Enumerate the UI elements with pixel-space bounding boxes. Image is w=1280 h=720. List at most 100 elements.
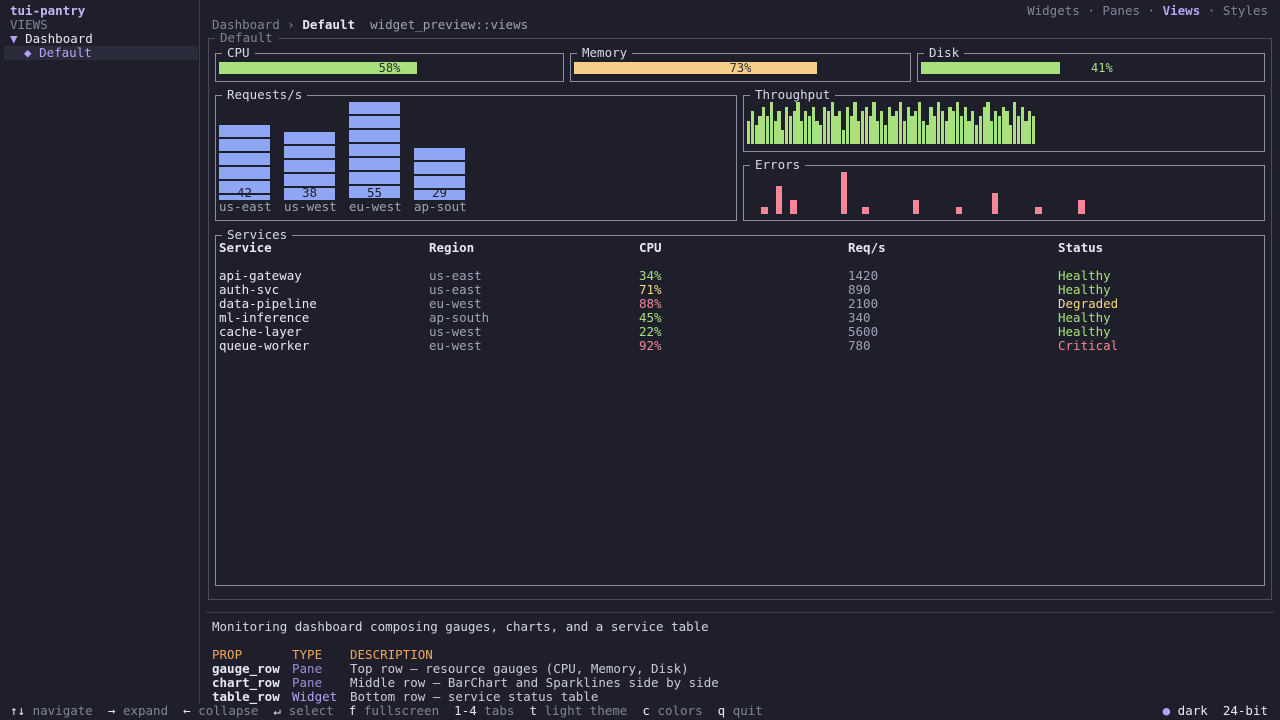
key-hint-label: tabs <box>484 703 515 718</box>
sparkline-bar <box>800 121 804 144</box>
sparkline-bar <box>788 116 793 144</box>
sparkline-bar <box>823 107 827 144</box>
tab-panes[interactable]: Panes <box>1102 3 1140 18</box>
sparkline-bar <box>862 207 869 214</box>
service-req: 340 <box>848 310 871 325</box>
sparkline-bar <box>819 125 823 144</box>
sparkline-bar <box>796 102 800 144</box>
prop-name: gauge_row <box>212 661 280 676</box>
sparkline-bar <box>777 111 781 144</box>
sparkline-bar <box>838 111 842 144</box>
tree-item-label: Dashboard <box>25 31 93 46</box>
sparkline-bar <box>1016 116 1021 144</box>
sparkline-bar <box>853 102 857 144</box>
gauge-fill <box>921 62 1061 74</box>
status-bar: ↑↓ navigate → expand ← collapse ↵ select… <box>0 704 1280 720</box>
service-name: auth-svc <box>219 282 280 297</box>
prop-description: Bottom row — service status table <box>350 689 599 704</box>
chevron-down-icon: ▼ <box>10 31 18 46</box>
gauge-label: 73% <box>729 61 752 75</box>
sparkline-bar <box>929 107 933 144</box>
breadcrumb-separator: › <box>287 17 295 32</box>
sparkline-bar <box>978 116 983 144</box>
key-hint-key: 1-4 <box>454 703 477 718</box>
sparkline-bar <box>849 116 853 144</box>
tab-styles[interactable]: Styles <box>1223 3 1268 18</box>
key-hint: t light theme <box>529 703 627 718</box>
service-cpu: 22% <box>639 324 662 339</box>
sparkline-bar <box>826 111 831 144</box>
sparkline-bar <box>868 116 872 144</box>
bar-value-label: 55 <box>366 185 383 200</box>
sparkline-bar <box>906 107 910 144</box>
bar-value-label: 38 <box>301 185 318 200</box>
props-header-type: TYPE <box>292 647 323 662</box>
sparkline-bar <box>754 125 758 144</box>
service-req: 890 <box>848 282 871 297</box>
sparkline-bar <box>952 111 956 144</box>
sparkline-bar <box>967 121 971 144</box>
service-cpu: 71% <box>639 282 662 297</box>
service-region: eu-west <box>429 296 482 311</box>
sparkline-bar <box>914 111 918 144</box>
sparkline-bar <box>769 102 774 144</box>
key-hint-label: fullscreen <box>363 703 440 718</box>
sparkline-bar <box>1032 116 1036 144</box>
sparkline-bar <box>918 102 922 144</box>
tab-separator: · <box>1147 3 1156 18</box>
sparkline-bar <box>840 172 848 214</box>
sparkline-bar <box>959 116 964 144</box>
column-header-region: Region <box>429 240 475 255</box>
service-req: 5600 <box>848 324 879 339</box>
tab-widgets[interactable]: Widgets <box>1027 3 1080 18</box>
prop-name: chart_row <box>212 675 280 690</box>
key-hint-key: q <box>717 703 726 718</box>
gauge-title: Memory <box>577 46 633 60</box>
tab-views[interactable]: Views <box>1163 3 1201 18</box>
column-header-service: Service <box>219 240 272 255</box>
sparkline-bar <box>864 107 869 144</box>
bar-category-label: ap-sout <box>414 199 467 214</box>
service-name: api-gateway <box>219 268 302 283</box>
sparkline-bar <box>899 102 903 144</box>
table-row[interactable]: ml-inference ap-south 45% 340 Healthy <box>219 311 1258 325</box>
sparkline-bar <box>956 102 960 144</box>
service-req: 780 <box>848 338 871 353</box>
prop-name: table_row <box>212 689 280 704</box>
props-header-prop: PROP <box>212 647 243 662</box>
table-row[interactable]: api-gateway us-east 34% 1420 Healthy <box>219 269 1258 283</box>
sparkline-bar <box>790 200 797 214</box>
key-hint-key: t <box>529 703 537 718</box>
key-hint-label: colors <box>657 703 703 718</box>
sparkline-bar <box>1035 207 1042 214</box>
key-hint: f fullscreen <box>349 703 439 718</box>
key-hint-key: ← <box>183 703 191 718</box>
key-hint-label: light theme <box>544 703 628 718</box>
sparkline-bar <box>807 116 812 144</box>
table-row[interactable]: auth-svc us-east 71% 890 Healthy <box>219 283 1258 297</box>
service-req: 2100 <box>848 296 879 311</box>
bar-category-label: us-west <box>284 199 337 214</box>
sparkline-bar <box>747 121 751 144</box>
service-name: cache-layer <box>219 324 302 339</box>
sparkline-bar <box>944 121 948 144</box>
bar-category-label: us-east <box>219 199 272 214</box>
service-name: ml-inference <box>219 310 310 325</box>
tree-item-default[interactable]: ◆ Default <box>4 46 198 60</box>
sparkline-bar <box>955 207 963 214</box>
table-row[interactable]: cache-layer us-west 22% 5600 Healthy <box>219 325 1258 339</box>
requests-chart-panel: Requests/s 42 38 55 29 us-east us-west eu-wes… <box>215 88 737 221</box>
service-region: us-east <box>429 282 482 297</box>
key-hint-label: select <box>288 703 334 718</box>
table-row[interactable]: queue-worker eu-west 92% 780 Critical <box>219 339 1258 353</box>
app-title: tui-pantry <box>10 3 86 18</box>
sparkline-bar <box>891 116 895 144</box>
sparkline-bar <box>773 121 777 144</box>
service-req: 1420 <box>848 268 879 283</box>
key-hint-key: → <box>107 703 116 718</box>
tree-item-dashboard[interactable]: ▼ Dashboard <box>10 32 93 46</box>
sparkline-bar <box>792 111 796 144</box>
table-row[interactable]: data-pipeline eu-west 88% 2100 Degraded <box>219 297 1258 311</box>
key-hint-key: ↑↓ <box>10 703 26 718</box>
disk-gauge-panel: Disk 41% <box>917 46 1265 82</box>
